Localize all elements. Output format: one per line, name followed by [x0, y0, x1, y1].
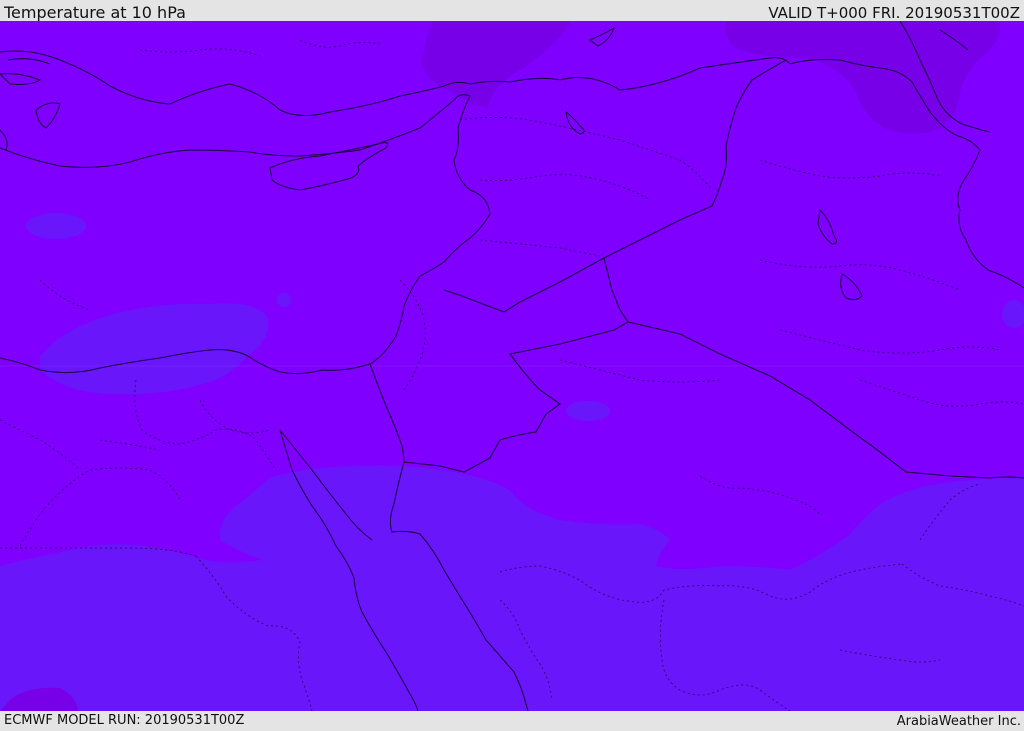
map-title: Temperature at 10 hPa [4, 3, 186, 22]
temperature-band-cool-spot-2 [566, 401, 610, 421]
map-svg [0, 21, 1024, 711]
valid-time: VALID T+000 FRI. 20190531T00Z [768, 4, 1020, 22]
temperature-band-cool-spot-1 [26, 213, 86, 239]
temperature-band-cool-spot-3 [277, 293, 291, 307]
model-run-label: ECMWF MODEL RUN: 20190531T00Z [4, 713, 245, 728]
map-area[interactable] [0, 21, 1024, 711]
footer-bar: ECMWF MODEL RUN: 20190531T00Z ArabiaWeat… [0, 711, 1024, 729]
brand-credit: ArabiaWeather Inc. [896, 714, 1021, 729]
header-bar: Temperature at 10 hPa VALID T+000 FRI. 2… [0, 0, 1024, 22]
